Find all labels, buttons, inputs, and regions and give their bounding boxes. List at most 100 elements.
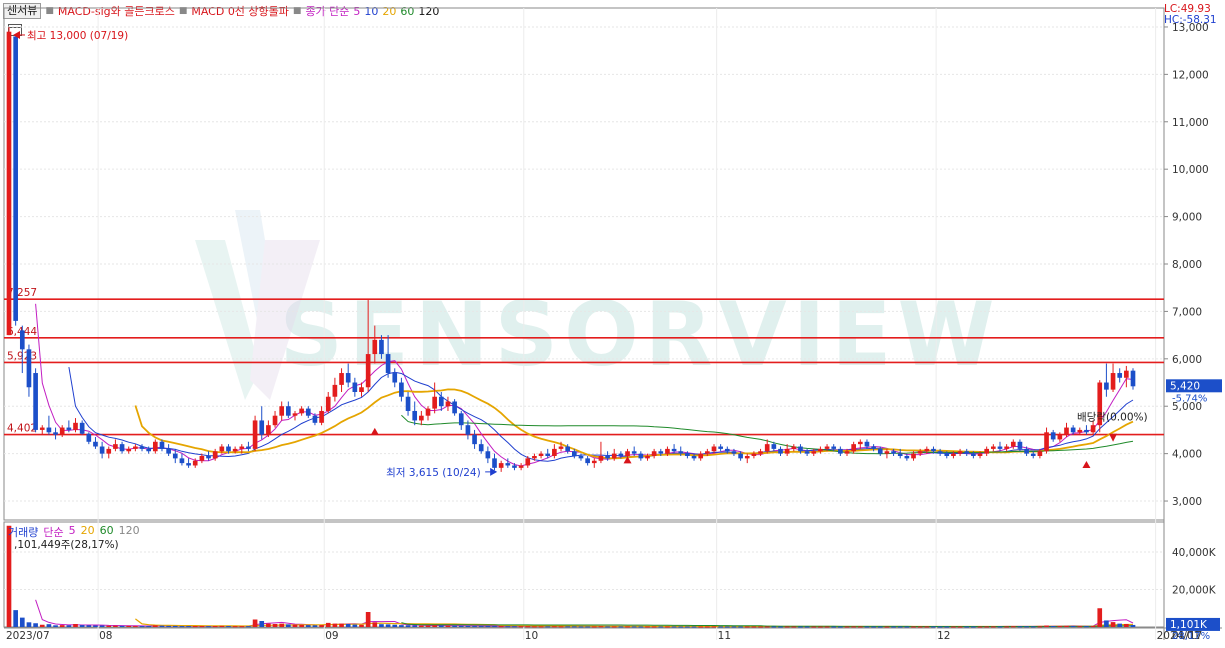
volume-bar bbox=[618, 626, 624, 628]
volume-bar bbox=[46, 624, 52, 627]
volume-bar bbox=[259, 621, 265, 627]
candle-body bbox=[312, 415, 318, 423]
candle-body bbox=[558, 446, 564, 449]
volume-bar bbox=[904, 626, 910, 628]
candle-body bbox=[133, 446, 138, 449]
volume-bar bbox=[146, 626, 151, 628]
candle-body bbox=[724, 448, 730, 452]
date-tick-label: 2023/07 bbox=[6, 630, 50, 642]
volume-bar bbox=[139, 626, 145, 628]
candle-body bbox=[831, 446, 837, 449]
volume-bar bbox=[698, 626, 704, 628]
candle-body bbox=[671, 448, 677, 452]
price-tick-label: 13,000 bbox=[1172, 22, 1209, 34]
candle-body bbox=[798, 446, 803, 452]
candle-body bbox=[1064, 427, 1069, 435]
volume-bar bbox=[1037, 626, 1043, 628]
volume-ma-label: 단순 bbox=[43, 526, 64, 539]
volume-bar bbox=[412, 625, 418, 627]
candle-body bbox=[379, 339, 384, 355]
candle-body bbox=[924, 448, 930, 452]
date-tick-label: 10 bbox=[525, 630, 538, 642]
candle-body bbox=[751, 453, 757, 456]
candle-body bbox=[438, 396, 444, 407]
candle-body bbox=[964, 451, 970, 454]
candle-body bbox=[804, 451, 810, 454]
candle-body bbox=[891, 451, 896, 454]
volume-bar bbox=[319, 625, 324, 627]
candle-body bbox=[698, 453, 704, 459]
candle-body bbox=[904, 456, 910, 459]
volume-bar bbox=[179, 626, 185, 628]
volume-bar bbox=[838, 626, 843, 628]
price-tick-label: 11,000 bbox=[1172, 117, 1209, 129]
price-tick-label: 4,000 bbox=[1172, 449, 1202, 461]
candle-body bbox=[458, 413, 464, 426]
candle-body bbox=[658, 451, 664, 454]
volume-bar bbox=[831, 626, 837, 628]
volume-bar bbox=[465, 625, 471, 627]
candle-body bbox=[26, 349, 32, 388]
candle-body bbox=[53, 432, 58, 435]
volume-bar bbox=[857, 626, 863, 628]
volume-bar bbox=[764, 626, 770, 628]
candle-body bbox=[884, 451, 890, 454]
candle-body bbox=[1110, 373, 1116, 390]
volume-bar bbox=[26, 622, 32, 627]
candle-body bbox=[791, 446, 797, 449]
volume-bar bbox=[1024, 626, 1029, 628]
volume-bar bbox=[997, 626, 1003, 628]
candle-body bbox=[425, 408, 431, 416]
candle-body bbox=[565, 446, 571, 452]
candle-body bbox=[911, 453, 916, 459]
candle-body bbox=[971, 453, 976, 456]
volume-bar bbox=[206, 626, 211, 628]
volume-bar bbox=[399, 625, 404, 627]
candle-body bbox=[465, 425, 471, 435]
volume-panel-frame bbox=[3, 521, 1165, 628]
level-label: 7,257 bbox=[7, 287, 37, 299]
candle-body bbox=[33, 373, 38, 430]
volume-bar bbox=[971, 626, 976, 628]
candle-body bbox=[59, 427, 65, 435]
volume-bar bbox=[312, 625, 318, 627]
candle-body bbox=[917, 451, 923, 454]
volume-bar bbox=[152, 625, 158, 627]
volume-bar bbox=[1064, 625, 1069, 627]
price-tick-label: 10,000 bbox=[1172, 164, 1209, 176]
price-tick-label: 3,000 bbox=[1172, 496, 1202, 508]
volume-bar bbox=[705, 626, 710, 628]
candle-body bbox=[525, 458, 531, 466]
volume-bar bbox=[485, 626, 491, 628]
volume-bar bbox=[99, 625, 105, 627]
volume-legend: 거래량 단순 5 20 60 120 bbox=[8, 524, 140, 540]
candle-body bbox=[824, 446, 830, 449]
volume-bar bbox=[718, 626, 723, 628]
candle-body bbox=[665, 448, 670, 454]
candle-body bbox=[758, 451, 763, 454]
price-tick-label: 7,000 bbox=[1172, 306, 1202, 318]
candle-body bbox=[152, 441, 158, 452]
volume-bar bbox=[598, 626, 604, 628]
candle-body bbox=[146, 448, 151, 452]
volume-bar bbox=[133, 626, 138, 628]
candle-body bbox=[764, 444, 770, 452]
volume-bar bbox=[1090, 626, 1096, 628]
volume-bar bbox=[558, 626, 564, 628]
current-volume-label: 1,101K bbox=[1170, 619, 1208, 631]
candle-body bbox=[1037, 451, 1043, 456]
volume-bar bbox=[292, 624, 298, 627]
candle-body bbox=[305, 408, 311, 416]
candle-body bbox=[86, 433, 92, 442]
volume-bar bbox=[851, 626, 856, 628]
chart-canvas[interactable]: SENSORVIEW 7,2576,4445,9234,402 3,0004,0… bbox=[0, 0, 1225, 648]
volume-bar bbox=[751, 626, 757, 628]
volume-bar bbox=[126, 625, 132, 627]
volume-bar bbox=[977, 626, 983, 628]
volume-bar bbox=[305, 625, 311, 627]
volume-bar bbox=[6, 525, 12, 627]
volume-tick-label: 40,000K bbox=[1172, 547, 1217, 559]
volume-bar bbox=[86, 625, 92, 627]
volume-title[interactable]: 거래량 bbox=[8, 524, 38, 540]
candle-body bbox=[618, 453, 624, 456]
